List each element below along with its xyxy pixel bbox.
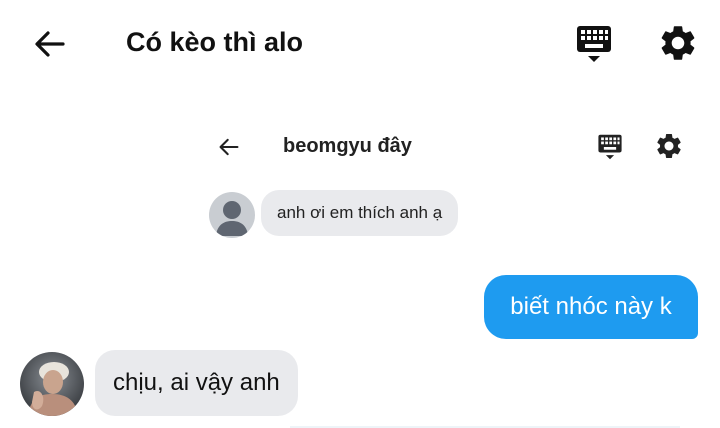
keyboard-button[interactable] bbox=[574, 22, 614, 66]
default-avatar bbox=[209, 192, 255, 238]
embedded-keyboard-icon-wrap bbox=[596, 132, 624, 162]
person-icon bbox=[216, 201, 248, 236]
outgoing-message-bubble[interactable]: biết nhóc này k bbox=[484, 275, 698, 339]
back-button[interactable] bbox=[30, 24, 70, 64]
arrow-left-icon bbox=[219, 138, 239, 156]
gear-icon bbox=[661, 26, 695, 60]
arrow-left-icon bbox=[35, 31, 65, 57]
conversation-title: Có kèo thì alo bbox=[126, 27, 304, 57]
settings-button[interactable] bbox=[657, 22, 699, 64]
keyboard-icon bbox=[577, 26, 611, 62]
embedded-back-icon-wrap bbox=[216, 134, 242, 160]
profile-photo bbox=[20, 352, 84, 416]
keyboard-icon bbox=[598, 134, 622, 160]
incoming-message-bubble[interactable]: chịu, ai vậy anh bbox=[95, 350, 298, 416]
gear-icon bbox=[657, 134, 681, 158]
embedded-incoming-message: anh ơi em thích anh ạ bbox=[261, 190, 459, 236]
avatar[interactable] bbox=[20, 352, 84, 416]
embedded-chat-title: beomgyu đây bbox=[283, 135, 412, 157]
embedded-gear-icon-wrap bbox=[654, 131, 684, 161]
